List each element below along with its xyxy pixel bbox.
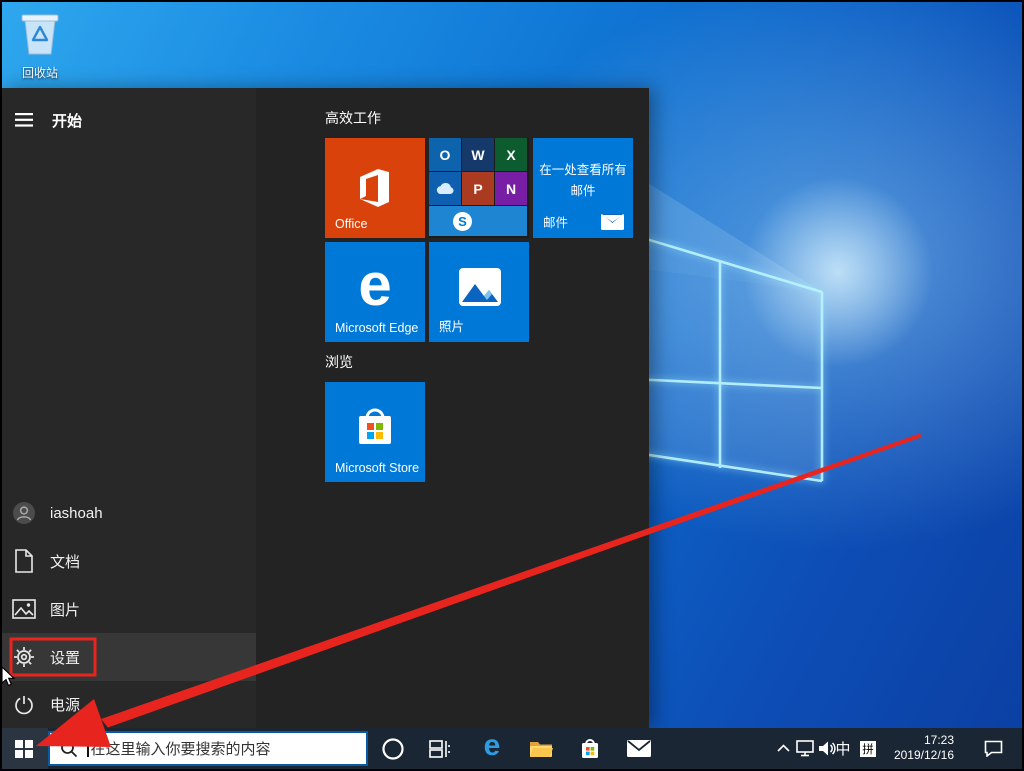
tile-microsoft-store[interactable]: Microsoft Store	[325, 382, 425, 482]
sidebar-item-settings[interactable]: 设置	[0, 633, 256, 681]
tile-mail-label: 邮件	[543, 212, 568, 231]
settings-label: 设置	[50, 647, 80, 668]
taskbar-search-input[interactable]: 在这里输入你要搜索的内容	[48, 731, 368, 766]
pictures-label: 图片	[50, 599, 80, 620]
excel-mini-tile: X	[495, 138, 527, 171]
tray-show-hidden-icons[interactable]	[774, 728, 792, 769]
hamburger-menu-button[interactable]	[0, 113, 48, 127]
sidebar-item-user[interactable]: iashoah	[0, 489, 256, 537]
tile-office-folder[interactable]: O W X P N S	[429, 138, 529, 238]
start-menu-title: 开始	[52, 110, 82, 131]
recycle-bin-icon	[18, 10, 62, 58]
skype-mini-tile: S	[429, 206, 527, 236]
taskbar-store-button[interactable]	[577, 728, 603, 769]
user-name-label: iashoah	[50, 505, 103, 522]
store-icon	[579, 738, 601, 760]
tile-office[interactable]: Office	[325, 138, 425, 238]
tile-store-label: Microsoft Store	[335, 461, 419, 475]
sidebar-item-documents[interactable]: 文档	[0, 537, 256, 585]
taskbar-mail-button[interactable]	[626, 728, 652, 769]
recycle-bin[interactable]: 回收站	[12, 10, 68, 80]
text-caret	[87, 740, 89, 757]
power-label: 电源	[50, 694, 80, 715]
tile-office-label: Office	[335, 217, 367, 231]
pictures-icon	[0, 599, 48, 619]
clock-time: 17:23	[880, 733, 954, 748]
skype-icon: S	[453, 212, 472, 231]
task-view-icon	[429, 739, 451, 759]
start-button[interactable]	[0, 728, 48, 769]
tile-photos-label: 照片	[439, 316, 464, 335]
tile-group-title-browse: 浏览	[325, 352, 353, 372]
windows-logo-icon	[15, 740, 33, 758]
search-icon	[60, 740, 78, 758]
sidebar-item-power[interactable]: 电源	[0, 681, 256, 728]
action-center-button[interactable]	[982, 728, 1004, 769]
screen-border-left	[0, 0, 2, 771]
outlook-mini-tile: O	[429, 138, 461, 171]
tile-group-title-productivity: 高效工作	[325, 108, 381, 128]
tile-mail-body-text: 在一处查看所有邮件	[539, 160, 627, 202]
hamburger-icon	[15, 113, 33, 127]
onedrive-mini-tile	[429, 172, 461, 205]
settings-gear-icon	[0, 646, 48, 668]
desktop-screen: 回收站 开始 iashoah 文档	[0, 0, 1024, 771]
action-center-icon	[984, 740, 1003, 757]
recycle-bin-label: 回收站	[12, 64, 68, 81]
ime-shape-indicator: 拼	[860, 741, 876, 757]
onenote-mini-tile: N	[495, 172, 527, 205]
tile-microsoft-edge[interactable]: e Microsoft Edge	[325, 242, 425, 342]
screen-border-top	[0, 0, 1024, 2]
sidebar-item-pictures[interactable]: 图片	[0, 585, 256, 633]
user-avatar	[0, 501, 48, 525]
cortana-icon	[381, 737, 405, 761]
powerpoint-mini-tile: P	[462, 172, 494, 205]
tile-mail[interactable]: 在一处查看所有邮件 邮件	[533, 138, 633, 238]
search-placeholder: 在这里输入你要搜索的内容	[91, 738, 271, 759]
taskbar-edge-button[interactable]: e	[479, 728, 505, 769]
cortana-button[interactable]	[380, 728, 406, 769]
mail-envelope-icon	[601, 214, 624, 230]
start-menu-header: 开始	[0, 102, 256, 138]
tile-edge-label: Microsoft Edge	[335, 321, 418, 335]
start-menu: 开始 iashoah 文档 图片	[0, 88, 649, 728]
edge-logo-icon: e	[358, 255, 391, 315]
clock-date: 2019/12/16	[880, 748, 954, 763]
tile-photos[interactable]: 照片	[429, 242, 529, 342]
tray-ime-mode[interactable]: 中	[834, 728, 852, 769]
task-view-button[interactable]	[427, 728, 453, 769]
power-icon	[0, 695, 48, 715]
taskbar: 在这里输入你要搜索的内容 e	[0, 728, 1024, 769]
tray-network[interactable]	[794, 728, 816, 769]
documents-label: 文档	[50, 551, 80, 572]
tray-ime-shape[interactable]: 拼	[858, 728, 878, 769]
word-mini-tile: W	[462, 138, 494, 171]
onedrive-cloud-icon	[435, 182, 455, 195]
file-explorer-button[interactable]	[528, 728, 554, 769]
folder-icon	[529, 739, 553, 759]
document-icon	[0, 549, 48, 573]
tray-clock[interactable]: 17:23 2019/12/16	[880, 728, 954, 769]
network-icon	[795, 740, 815, 757]
edge-icon: e	[484, 729, 501, 763]
mail-icon	[627, 740, 651, 757]
chevron-up-icon	[777, 744, 790, 753]
